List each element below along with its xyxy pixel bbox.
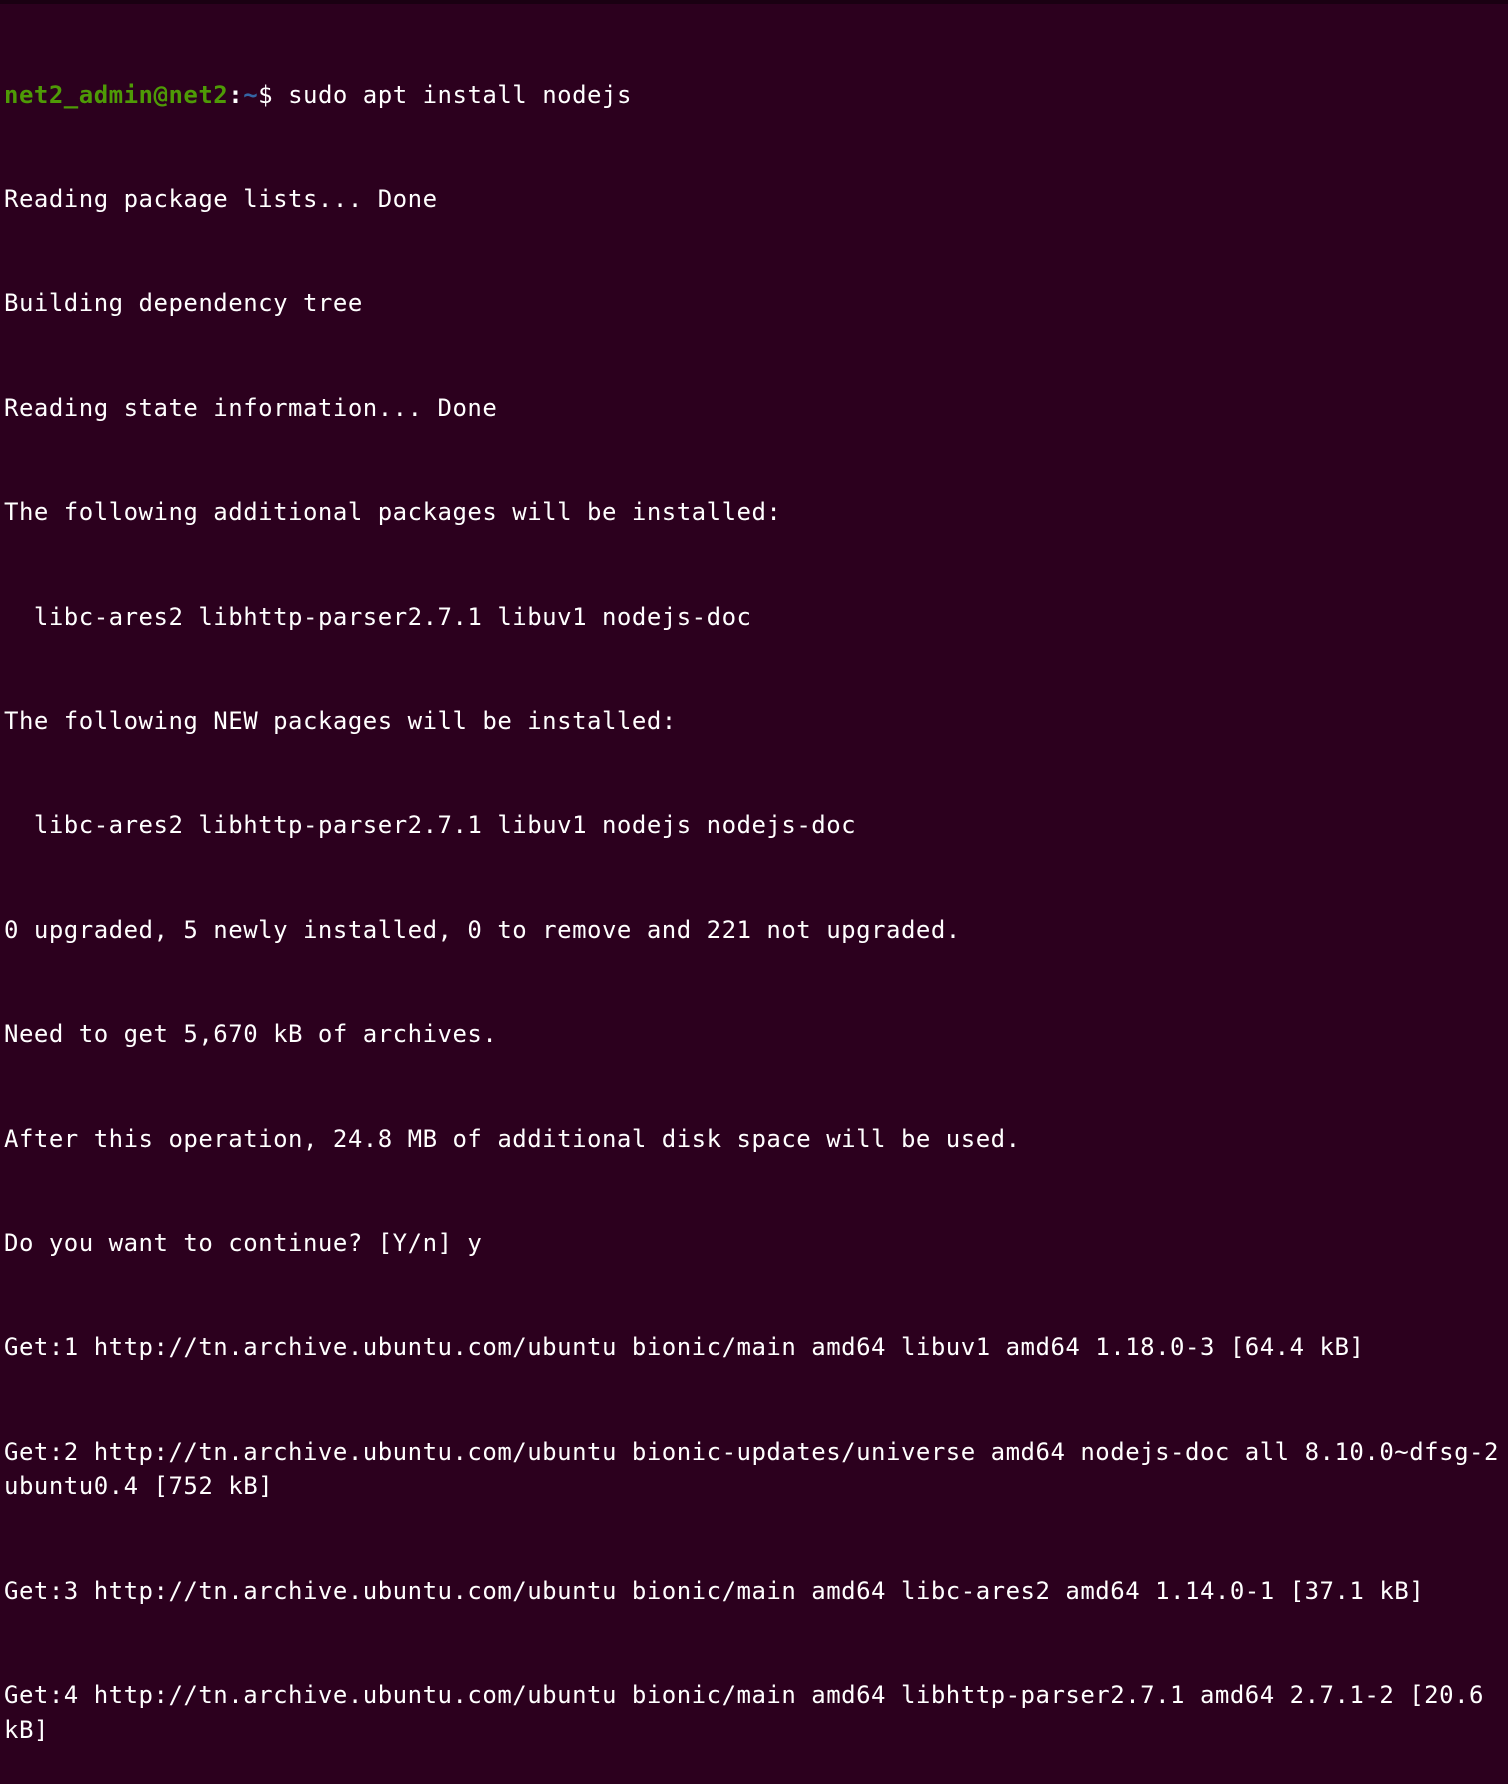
output-line: Reading state information... Done bbox=[4, 391, 1504, 426]
command-text: sudo apt install nodejs bbox=[288, 81, 632, 109]
prompt-user-host: net2_admin@net2 bbox=[4, 81, 228, 109]
output-line: Need to get 5,670 kB of archives. bbox=[4, 1017, 1504, 1052]
output-line: libc-ares2 libhttp-parser2.7.1 libuv1 no… bbox=[4, 600, 1504, 635]
output-line: libc-ares2 libhttp-parser2.7.1 libuv1 no… bbox=[4, 808, 1504, 843]
output-line: Building dependency tree bbox=[4, 286, 1504, 321]
output-line: Do you want to continue? [Y/n] y bbox=[4, 1226, 1504, 1261]
output-line: Get:1 http://tn.archive.ubuntu.com/ubunt… bbox=[4, 1330, 1504, 1365]
output-line: Get:2 http://tn.archive.ubuntu.com/ubunt… bbox=[4, 1435, 1504, 1505]
prompt-dollar: $ bbox=[258, 81, 288, 109]
output-line: After this operation, 24.8 MB of additio… bbox=[4, 1122, 1504, 1157]
output-line: Get:4 http://tn.archive.ubuntu.com/ubunt… bbox=[4, 1678, 1504, 1748]
prompt-line: net2_admin@net2:~$ sudo apt install node… bbox=[4, 78, 1504, 113]
output-line: The following additional packages will b… bbox=[4, 495, 1504, 530]
output-line: Get:3 http://tn.archive.ubuntu.com/ubunt… bbox=[4, 1574, 1504, 1609]
terminal-window[interactable]: net2_admin@net2:~$ sudo apt install node… bbox=[4, 8, 1504, 1784]
output-line: The following NEW packages will be insta… bbox=[4, 704, 1504, 739]
output-line: 0 upgraded, 5 newly installed, 0 to remo… bbox=[4, 913, 1504, 948]
prompt-path: ~ bbox=[243, 81, 258, 109]
output-line: Reading package lists... Done bbox=[4, 182, 1504, 217]
prompt-separator: : bbox=[228, 81, 243, 109]
